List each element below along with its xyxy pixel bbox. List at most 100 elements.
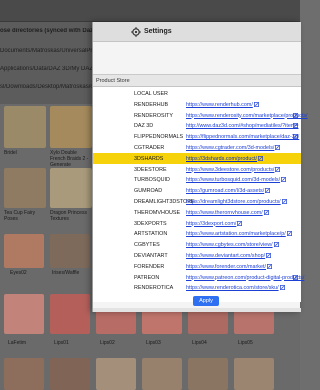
settings-dialog: Settings Product Store LOCAL USER RENDERH…: [92, 22, 308, 312]
store-name: ARTSTATION: [134, 231, 168, 238]
edit-icon[interactable]: [265, 188, 270, 194]
product-thumbnail[interactable]: [50, 358, 90, 390]
store-name: GUMROAD: [134, 188, 163, 195]
store-url-link[interactable]: http://www.daz3d.com/#shop/mediatiles/?i…: [186, 123, 299, 129]
table-row[interactable]: ARTSTATION https://www.artstation.com/mar…: [93, 228, 301, 239]
product-thumbnail[interactable]: [50, 294, 90, 334]
product-thumbnail[interactable]: [4, 106, 46, 148]
product-thumbnail[interactable]: [50, 106, 92, 148]
store-name: FORENDER: [134, 263, 165, 270]
dialog-bottom-tray: [93, 308, 301, 312]
thumbnail-caption: Dragon Princess Textures: [50, 210, 87, 222]
store-url-link[interactable]: https://www.cgbytes.com/store/view/: [186, 242, 273, 248]
table-row[interactable]: FLIPPEDNORMALS https://flippednormals.com…: [93, 131, 301, 142]
table-row[interactable]: FORENDER https://www.forender.com/market/: [93, 261, 301, 272]
store-url-link[interactable]: https://flippednormals.com/marketplace/d…: [186, 134, 299, 140]
table-row[interactable]: CGTRADER https://www.cgtrader.com/3d-mode…: [93, 142, 301, 153]
edit-icon[interactable]: [280, 285, 285, 291]
store-name: 3DEESTORE: [134, 166, 167, 173]
thumbnail-caption: Irises/Waffle: [52, 270, 80, 276]
table-row[interactable]: DAZ 3D http://www.daz3d.com/#shop/mediati…: [93, 120, 301, 131]
edit-icon[interactable]: [237, 220, 242, 226]
apply-button[interactable]: Apply: [193, 296, 219, 306]
product-thumbnail[interactable]: [188, 358, 228, 390]
edit-icon[interactable]: [264, 209, 269, 215]
store-url-link[interactable]: https://www.renderhub.com/: [186, 102, 253, 108]
store-url-link[interactable]: https://gumroad.com/l/3d-assets/: [186, 188, 264, 194]
product-thumbnail[interactable]: [234, 310, 274, 334]
edit-icon[interactable]: [293, 134, 298, 140]
thumbnail-caption: Bridel: [4, 150, 17, 156]
thumbnail-caption: Lips01: [54, 340, 69, 346]
product-thumbnail[interactable]: [96, 358, 136, 390]
edit-icon[interactable]: [254, 101, 259, 107]
product-thumbnail[interactable]: [142, 358, 182, 390]
table-row[interactable]: RENDEROTICA https://www.renderotica.com/s…: [93, 282, 301, 293]
store-name: THEROMVHOUSE: [134, 209, 181, 216]
store-url-link[interactable]: https://www.cgtrader.com/3d-models/: [186, 145, 274, 151]
product-store-table: Product Store LOCAL USER RENDERHUB https:/…: [93, 74, 308, 302]
store-name: PATREON: [134, 274, 160, 281]
table-row[interactable]: GUMROAD https://gumroad.com/l/3d-assets/: [93, 185, 301, 196]
table-row[interactable]: 3DEESTORE https://www.3deestore.com/produ…: [93, 164, 301, 175]
edit-icon[interactable]: [293, 123, 298, 129]
store-name: RENDERHUB: [134, 101, 169, 108]
product-thumbnail[interactable]: [4, 168, 46, 208]
dialog-titlebar: Settings: [93, 22, 301, 42]
store-url-link[interactable]: https://www.artstation.com/marketplace/p…: [186, 231, 286, 237]
table-row[interactable]: PATREON https://www.patreon.com/product-d…: [93, 272, 304, 283]
edit-icon[interactable]: [275, 145, 280, 150]
table-row[interactable]: THEROMVHOUSE https://www.therornvhouse.co…: [93, 207, 301, 218]
edit-icon[interactable]: [287, 231, 292, 237]
store-url-link[interactable]: https://www.patreon.com/product-digital-…: [186, 275, 304, 281]
product-thumbnail[interactable]: [50, 168, 92, 208]
edit-icon[interactable]: [266, 253, 271, 258]
product-thumbnail[interactable]: [50, 234, 90, 268]
thumbnail-caption: Lips04: [192, 340, 207, 346]
product-thumbnail[interactable]: [142, 310, 182, 334]
table-row[interactable]: 3DSHARDS https://3dshards.com/product/: [93, 152, 301, 164]
store-url-link[interactable]: https://www.renderotica.com/store/sku/: [186, 285, 279, 291]
product-thumbnail[interactable]: [96, 310, 136, 334]
store-name: LOCAL USER: [134, 91, 168, 97]
dialog-title: Settings: [144, 28, 172, 35]
thumbnail-caption: Lips02: [100, 340, 115, 346]
store-url-link[interactable]: https://www.therornvhouse.com/: [186, 210, 263, 216]
table-row[interactable]: TURBOSQUID https://www.turbosquid.com/3d-…: [93, 174, 301, 185]
edit-icon[interactable]: [281, 177, 286, 183]
store-url-link[interactable]: https://3dshards.com/product/: [186, 156, 257, 162]
table-row[interactable]: RENDEROSITY https://www.renderosity.com/m…: [93, 110, 308, 121]
edit-icon[interactable]: [282, 199, 287, 204]
product-thumbnail[interactable]: [4, 234, 44, 268]
edit-icon[interactable]: [293, 274, 298, 280]
store-url-link[interactable]: https://www.deviantart.com/shop/: [186, 253, 265, 259]
column-header-product-store[interactable]: Product Store: [96, 78, 130, 84]
edit-icon[interactable]: [275, 166, 280, 172]
store-url-link[interactable]: https://www.forender.com/market/: [186, 264, 266, 270]
store-url-link[interactable]: https://www.renderosity.com/marketplace/…: [186, 113, 308, 119]
store-name: DAZ 3D: [134, 123, 154, 130]
store-url-link[interactable]: https://3dexport.com/: [186, 221, 236, 227]
store-name: CGTRADER: [134, 145, 165, 151]
edit-icon[interactable]: [258, 155, 263, 161]
thumbnail-caption: Lips05: [238, 340, 253, 346]
product-thumbnail[interactable]: [234, 358, 274, 390]
table-row[interactable]: RENDERHUB https://www.renderhub.com/: [93, 99, 301, 110]
table-row[interactable]: LOCAL USER: [93, 88, 301, 99]
table-row[interactable]: DREAMLIGHT3DSTORE https://dreamlight3dsto…: [93, 196, 301, 207]
edit-icon[interactable]: [274, 242, 279, 248]
dialog-top-area: [93, 42, 301, 74]
store-url-link[interactable]: https://dreamlight3dstore.com/products/: [186, 199, 281, 205]
product-thumbnail[interactable]: [188, 310, 228, 334]
store-url-link[interactable]: https://www.3deestore.com/products/: [186, 167, 274, 173]
store-name: CGBYTES: [134, 242, 160, 249]
edit-icon[interactable]: [267, 263, 272, 269]
store-name: TURBOSQUID: [134, 177, 170, 184]
table-row[interactable]: DEVIANTART https://www.deviantart.com/sho…: [93, 250, 301, 261]
table-row[interactable]: 3DEXPORTS https://3dexport.com/: [93, 218, 301, 229]
product-thumbnail[interactable]: [4, 358, 44, 390]
product-thumbnail[interactable]: [4, 294, 44, 334]
edit-icon[interactable]: [293, 112, 298, 118]
store-url-link[interactable]: https://www.turbosquid.com/3d-models/: [186, 177, 280, 183]
table-row[interactable]: CGBYTES https://www.cgbytes.com/store/vie…: [93, 239, 301, 250]
